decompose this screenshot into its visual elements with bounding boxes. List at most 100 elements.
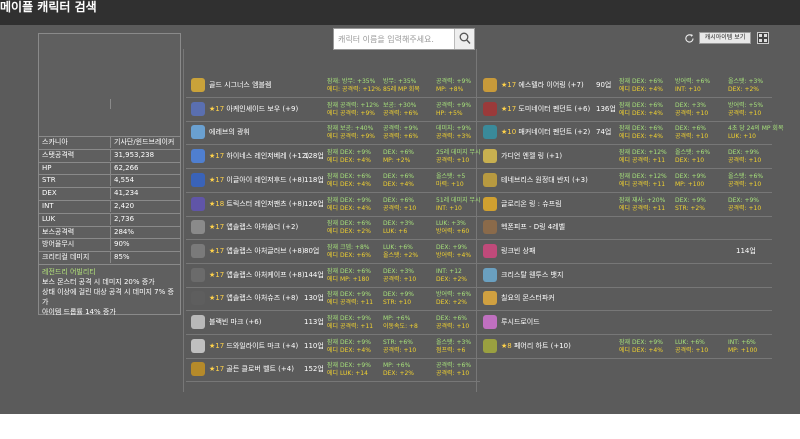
equipment-item[interactable]: 테네브리스 원정대 반지 (+3) 잠재 DEX: +12% 에디 공격력: +11… (478, 169, 772, 193)
equipment-item[interactable]: 루시드로이드 (478, 311, 772, 335)
equipment-item[interactable]: ★17 에스텔라 이어링 (+7) 90업 잠재 DEX: +6% 에디 DEX: +… (478, 74, 772, 98)
option-line: LUK: +3% (436, 220, 466, 228)
option-line: 마력: +10 (436, 180, 464, 188)
option-line: 공격력: +10 (728, 109, 762, 117)
item-name-text: 앱솔랩스 아처케이프 (+8) (226, 270, 305, 279)
item-name: 에레브의 광휘 (209, 121, 250, 143)
option-line: 에디 DEX: +6% (327, 251, 371, 259)
item-upgrade: 152업 (304, 365, 324, 374)
option-line: DEX: +9% (436, 243, 467, 251)
option-line: 에디 DEX: +4% (327, 346, 371, 354)
item-name-text: 링크빈 상패 (501, 246, 536, 255)
equipment-item[interactable]: 블랙빈 마크 (+6) 113업 잠재 DEX: +9% 에디 공격력: +11 MP:… (186, 311, 480, 335)
item-name-text: 앱솔랩스 아처숄더 (+2) (226, 223, 299, 232)
item-name-text: 칠요의 몬스터파커 (501, 294, 555, 303)
stat-label: LUK (42, 214, 56, 223)
item-name: 루시드로이드 (501, 311, 540, 333)
cash-item-button[interactable]: 캐시아이템 보기 (699, 32, 751, 44)
option-line: 방무: +35% (383, 78, 417, 85)
option-line: STR: +6% (383, 338, 413, 346)
option-line: 에디 DEX: +4% (619, 346, 663, 354)
star-force: ★18 (209, 199, 225, 208)
star-force: ★8 (501, 341, 512, 350)
option-line: LUK: +6% (675, 338, 705, 346)
stat-row: HP 62,266 (39, 161, 180, 174)
equipment-item[interactable]: ★17 이글아이 레인저후드 (+8) 118업 잠재 DEX: +6% 에디 DEX… (186, 169, 480, 193)
option-line: DEX: +6% (383, 172, 414, 180)
item-icon (191, 315, 205, 329)
stat-value: 31,953,238 (114, 150, 155, 159)
item-icon (191, 149, 205, 164)
equipment-item[interactable]: ★17 드와일라이트 마크 (+4) 110업 잠재 DEX: +9% 에디 DEX:… (186, 335, 480, 359)
option-line: 85레 MP 회복 (383, 86, 420, 93)
equipment-item[interactable]: 골드 시그너스 엠블렘 잠재: 방무: +35% 에디: 공격력: +12% 방무: … (186, 74, 480, 98)
refresh-icon[interactable] (684, 33, 695, 44)
option-line: 에디 DEX: +4% (327, 180, 371, 188)
option-line: 방어력: +6% (436, 291, 472, 299)
option-line: MP: +100 (675, 180, 705, 188)
stat-value: 85% (114, 253, 130, 262)
option-line: DEX: +2% (436, 299, 467, 307)
equipment-item[interactable]: ★17 앱솔랩스 아처숄더 (+2) 잠재 DEX: +6% 에디 DEX: +2%… (186, 216, 480, 241)
stat-value: 4,554 (114, 176, 135, 185)
option-line: 에디 LUK: +14 (327, 370, 368, 378)
option-line: MP: +8% (436, 86, 464, 93)
item-icon (483, 338, 497, 353)
stat-value: 284% (114, 227, 135, 236)
stat-row: DEX 41,234 (39, 187, 180, 200)
option-line: MP: +6% (383, 362, 411, 370)
equipment-item[interactable]: ★17 앱솔랩스 아처케이프 (+8) 144업 잠재 DEX: +6% 에디 MP:… (186, 264, 480, 288)
equipment-item[interactable]: 글로리온 링 : 슈프림 잠재 재사: +20% 에디 공격력: +11 DEX: +… (478, 193, 772, 217)
item-name-text: 크리스탈 웬투스 뱃지 (501, 270, 564, 279)
equipment-item[interactable]: 헥폰피프 - D링 4레벨 (478, 216, 772, 241)
item-name: 칠요의 몬스터파커 (501, 287, 555, 309)
star-force: ★17 (209, 175, 225, 184)
stat-value: 62,266 (114, 163, 139, 172)
item-upgrade: 74업 (596, 128, 612, 137)
option-line: DEX: +9% (728, 149, 759, 157)
item-name-text: 골든 클로버 벨트 (+4) (226, 365, 294, 374)
equipment-item[interactable]: 링크빈 상패 114업 (478, 240, 772, 264)
stat-row: INT 2,420 (39, 200, 180, 212)
search-input[interactable] (334, 29, 454, 49)
item-icon (191, 172, 205, 187)
equipment-item[interactable]: ★17 앱솔랩스 아처글러브 (+8) 80업 잠재 크뎀: +8% 에디 DEX: … (186, 240, 480, 264)
item-name: ★17 하이네스 레인저베레 (+12) (209, 145, 309, 167)
item-upgrade: 144업 (304, 270, 324, 279)
stat-row: 스탯공격력 31,953,238 (39, 148, 180, 161)
equipment-item[interactable]: ★17 앱솔랩스 아처슈즈 (+8) 130업 잠재 DEX: +9% 에디 공격력:… (186, 287, 480, 312)
equipment-item[interactable]: ★17 아케인셰이드 보우 (+9) 잠재 공격력: +12% 에디 공격력: +9… (186, 98, 480, 122)
item-name-text: 에레브의 광휘 (209, 128, 250, 137)
equipment-item[interactable]: 가디언 엔젤 링 (+1) 잠재 DEX: +12% 에디 공격력: +11 올스탯:… (478, 145, 772, 170)
search-button[interactable] (454, 29, 474, 49)
item-upgrade: 128업 (304, 152, 324, 161)
option-line: 올스탯: +2% (383, 251, 419, 259)
option-line: 공격력: +10 (728, 157, 762, 165)
option-line: 올스탯: +3% (728, 78, 764, 85)
option-line: INT: +12 (436, 267, 462, 275)
item-icon (483, 243, 497, 258)
equipment-item[interactable]: 크리스탈 웬투스 뱃지 (478, 264, 772, 288)
option-line: 잠재: 방무: +35% (327, 78, 376, 85)
stat-label: DEX (42, 189, 57, 198)
option-line: 방어력: +6% (675, 78, 711, 85)
grid-view-icon[interactable] (757, 32, 769, 44)
item-name: ★17 앱솔랩스 아처슈즈 (+8) (209, 287, 298, 309)
option-line: DEX: +3% (675, 101, 706, 109)
option-line: 25레 데미지 무시 (436, 149, 481, 157)
equipment-item[interactable]: ★8 페어리 하트 (+10) 잠재 DEX: +9% 에디 DEX: +4% LUK… (478, 335, 772, 359)
ability-line: 보스 몬스터 공격 시 데미지 20% 증가 (42, 278, 155, 286)
equipment-item[interactable]: ★17 골든 클로버 벨트 (+4) 152업 잠재 DEX: +9% 에디 LUK:… (186, 358, 480, 383)
item-name: 가디언 엔젤 링 (+1) (501, 145, 562, 167)
equipment-item[interactable]: ★17 하이네스 레인저베레 (+12) 128업 잠재 DEX: +9% 에디 DE… (186, 145, 481, 170)
equipment-item[interactable]: ★10 매커네이터 펜던트 (+2) 74업 잠재 DEX: +6% 에디 DEX: … (478, 121, 783, 146)
equipment-item[interactable]: 칠요의 몬스터파커 (478, 287, 772, 312)
option-line: 올스탯: +5 (436, 172, 466, 180)
item-upgrade: 113업 (304, 318, 324, 326)
item-name: ★17 도미네이터 펜던트 (+6) (501, 98, 590, 120)
equipment-item[interactable]: ★17 도미네이터 펜던트 (+6) 136업 잠재 DEX: +6% 에디 DEX:… (478, 98, 772, 122)
equipment-item[interactable]: ★18 트릭스터 레인저팬츠 (+8) 126업 잠재 DEX: +9% 에디 DEX… (186, 193, 481, 217)
option-line: 잠재 DEX: +9% (327, 338, 371, 346)
item-name: 테네브리스 원정대 반지 (+3) (501, 169, 588, 191)
equipment-item[interactable]: 에레브의 광휘 잠재 보공: +40% 에디 공격력: +9% 공격력: +9% 공격력… (186, 121, 480, 146)
